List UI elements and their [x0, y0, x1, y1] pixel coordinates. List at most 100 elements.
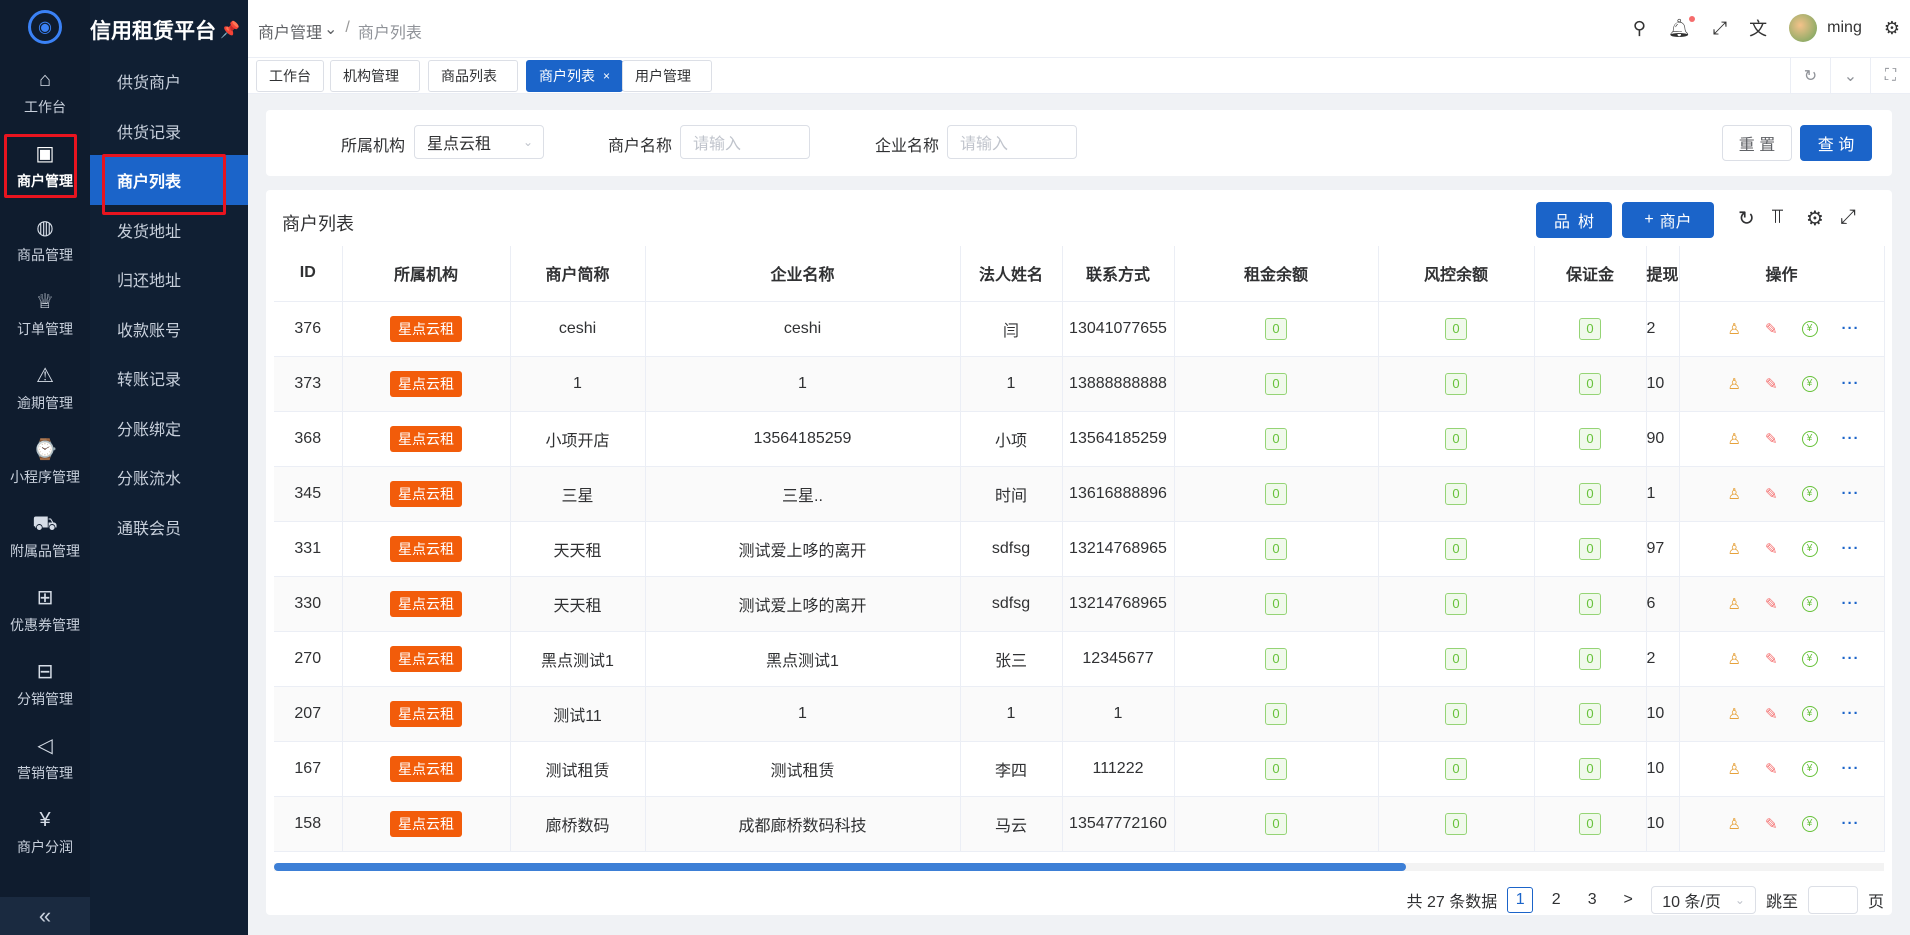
username[interactable]: ming [1827, 19, 1862, 37]
balance-tag[interactable]: 0 [1445, 317, 1467, 340]
submenu-item[interactable]: 收款账号 [90, 304, 248, 354]
more-icon[interactable]: ··· [1842, 320, 1860, 337]
rail-item[interactable]: ⌂ 工作台 [0, 56, 90, 130]
balance-tag[interactable]: 0 [1265, 317, 1287, 340]
more-icon[interactable]: ··· [1842, 375, 1860, 392]
collapse-sidebar-icon[interactable]: « [0, 897, 90, 935]
yen-icon[interactable]: ¥ [1801, 540, 1818, 557]
more-icon[interactable]: ··· [1842, 815, 1860, 832]
balance-tag[interactable]: 0 [1579, 427, 1601, 450]
tab[interactable]: 机构管理 [330, 60, 420, 92]
edit-icon[interactable]: ✎ [1765, 375, 1778, 393]
tree-button[interactable]: 品树 [1536, 202, 1612, 238]
submenu-item[interactable]: 发货地址 [90, 205, 248, 255]
page-button[interactable]: 3 [1579, 887, 1605, 913]
rail-item[interactable]: ⊟ 分销管理 [0, 648, 90, 722]
yen-icon[interactable]: ¥ [1801, 375, 1818, 392]
balance-tag[interactable]: 0 [1445, 537, 1467, 560]
balance-tag[interactable]: 0 [1445, 482, 1467, 505]
add-merchant-button[interactable]: + 商户 [1622, 202, 1714, 238]
balance-tag[interactable]: 0 [1445, 647, 1467, 670]
yen-icon[interactable]: ¥ [1801, 430, 1818, 447]
balance-tag[interactable]: 0 [1445, 812, 1467, 835]
submenu-item[interactable]: 通联会员 [90, 502, 248, 552]
tab[interactable]: 商户列表 × [526, 60, 624, 92]
tab[interactable]: 用户管理 [622, 60, 712, 92]
rail-item[interactable]: ♕ 订单管理 [0, 278, 90, 352]
table-row[interactable]: 167 星点云租 测试租赁 测试租赁 李四 111222 0 0 0 10 ♙ ✎ ¥ ··· [274, 741, 1885, 797]
yen-icon[interactable]: ¥ [1801, 760, 1818, 777]
edit-icon[interactable]: ✎ [1765, 485, 1778, 503]
submenu-item[interactable]: 分账流水 [90, 452, 248, 502]
table-row[interactable]: 207 星点云租 测试11 1 1 1 0 0 0 10 ♙ ✎ ¥ ··· [274, 686, 1885, 742]
user-icon[interactable]: ♙ [1727, 760, 1740, 778]
balance-tag[interactable]: 0 [1265, 482, 1287, 505]
yen-icon[interactable]: ¥ [1801, 815, 1818, 832]
search-icon[interactable]: ⚲ [1633, 18, 1646, 39]
yen-icon[interactable]: ¥ [1801, 320, 1818, 337]
user-icon[interactable]: ♙ [1727, 595, 1740, 613]
balance-tag[interactable]: 0 [1579, 702, 1601, 725]
balance-tag[interactable]: 0 [1445, 372, 1467, 395]
more-icon[interactable]: ··· [1842, 595, 1860, 612]
page-size-select[interactable]: 10 条/页 ⌄ [1651, 886, 1756, 914]
user-icon[interactable]: ♙ [1727, 320, 1740, 338]
edit-icon[interactable]: ✎ [1765, 650, 1778, 668]
balance-tag[interactable]: 0 [1265, 372, 1287, 395]
rail-item[interactable]: ¥ 商户分润 [0, 796, 90, 870]
more-icon[interactable]: ··· [1842, 430, 1860, 447]
settings-gear-icon[interactable]: ⚙ [1884, 18, 1900, 39]
yen-icon[interactable]: ¥ [1801, 650, 1818, 667]
balance-tag[interactable]: 0 [1265, 647, 1287, 670]
user-icon[interactable]: ♙ [1727, 815, 1740, 833]
user-icon[interactable]: ♙ [1727, 485, 1740, 503]
chevron-down-icon[interactable]: ⌄ [1830, 58, 1870, 94]
merchant-name-input[interactable]: 请输入 [680, 125, 810, 159]
submenu-item[interactable]: 供货记录 [90, 106, 248, 156]
rail-item[interactable]: ⚠ 逾期管理 [0, 352, 90, 426]
balance-tag[interactable]: 0 [1265, 537, 1287, 560]
balance-tag[interactable]: 0 [1579, 647, 1601, 670]
table-row[interactable]: 331 星点云租 天天租 测试爱上哆的离开 sdfsg 13214768965 0 0 0 97 ♙… [274, 521, 1885, 577]
balance-tag[interactable]: 0 [1579, 537, 1601, 560]
maximize-icon[interactable]: ⛶ [1870, 58, 1910, 94]
submenu-item[interactable]: 分账绑定 [90, 403, 248, 453]
more-icon[interactable]: ··· [1842, 540, 1860, 557]
translate-icon[interactable]: 文 [1749, 15, 1767, 41]
table-row[interactable]: 368 星点云租 小项开店 13564185259 小项 13564185259 0 0 0 90… [274, 411, 1885, 467]
balance-tag[interactable]: 0 [1579, 482, 1601, 505]
yen-icon[interactable]: ¥ [1801, 705, 1818, 722]
query-button[interactable]: 查 询 [1800, 125, 1872, 161]
scrollbar-thumb[interactable] [274, 863, 1406, 871]
edit-icon[interactable]: ✎ [1765, 705, 1778, 723]
balance-tag[interactable]: 0 [1265, 427, 1287, 450]
edit-icon[interactable]: ✎ [1765, 760, 1778, 778]
refresh-icon[interactable]: ↻ [1790, 58, 1830, 94]
table-row[interactable]: 376 星点云租 ceshi ceshi 闫 13041077655 0 0 0 2 ♙ ✎ ¥ ··· [274, 301, 1885, 357]
rail-item[interactable]: ▣ 商户管理 [0, 130, 90, 204]
user-icon[interactable]: ♙ [1727, 540, 1740, 558]
page-button[interactable]: 1 [1507, 887, 1534, 913]
balance-tag[interactable]: 0 [1265, 592, 1287, 615]
fullscreen-icon[interactable]: ⤢ [1840, 206, 1856, 229]
tab[interactable]: 工作台 [256, 60, 324, 92]
rail-item[interactable]: ⌚ 小程序管理 [0, 426, 90, 500]
balance-tag[interactable]: 0 [1579, 757, 1601, 780]
balance-tag[interactable]: 0 [1579, 317, 1601, 340]
org-select[interactable]: 星点云租 ⌄ [414, 125, 544, 159]
edit-icon[interactable]: ✎ [1765, 430, 1778, 448]
balance-tag[interactable]: 0 [1445, 427, 1467, 450]
bell-icon[interactable]: 🔔︎ [1668, 15, 1695, 39]
user-icon[interactable]: ♙ [1727, 650, 1740, 668]
column-height-icon[interactable]: ⫪ [1772, 206, 1783, 229]
balance-tag[interactable]: 0 [1265, 757, 1287, 780]
tab[interactable]: 商品列表 [428, 60, 518, 92]
edit-icon[interactable]: ✎ [1765, 540, 1778, 558]
more-icon[interactable]: ··· [1842, 760, 1860, 777]
horizontal-scrollbar[interactable] [274, 863, 1884, 871]
submenu-item[interactable]: 供货商户 [90, 56, 248, 106]
edit-icon[interactable]: ✎ [1765, 595, 1778, 613]
rail-item[interactable]: ◍ 商品管理 [0, 204, 90, 278]
more-icon[interactable]: ··· [1842, 705, 1860, 722]
rail-item[interactable]: ◁ 营销管理 [0, 722, 90, 796]
